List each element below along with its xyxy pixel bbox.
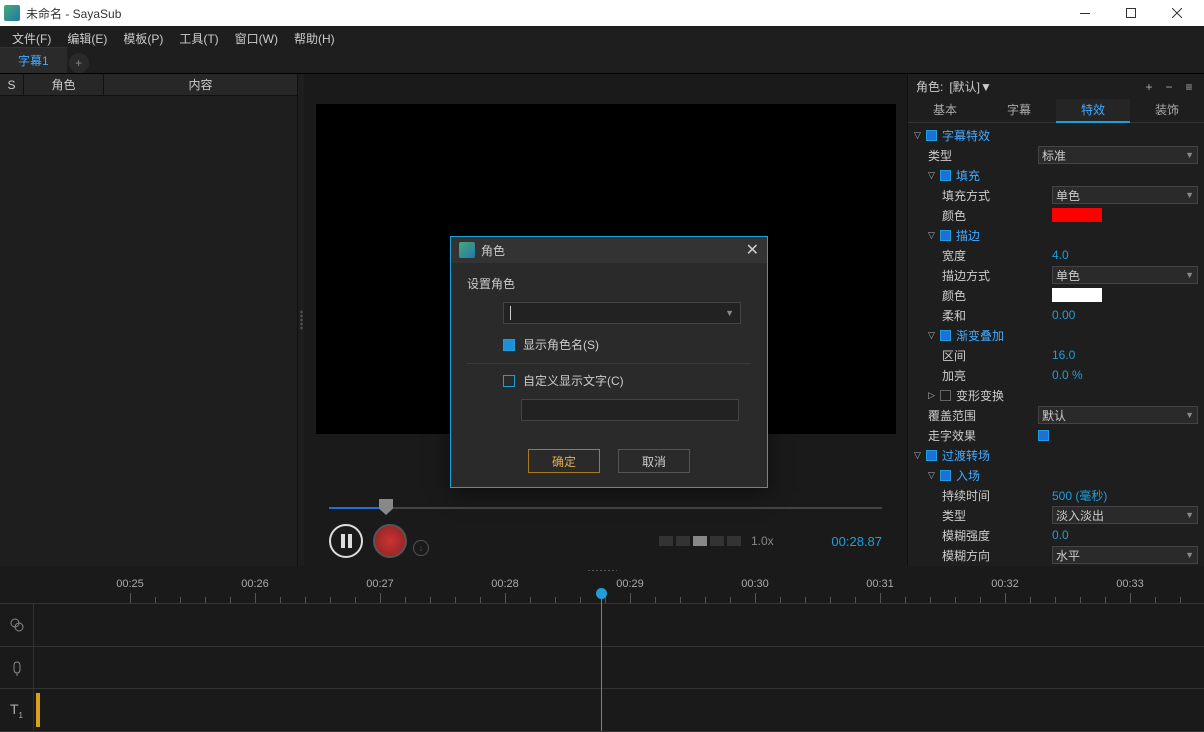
show-rolename-checkbox[interactable] (503, 339, 515, 351)
ok-button[interactable]: 确定 (528, 449, 600, 473)
set-role-label: 设置角色 (467, 275, 751, 292)
show-rolename-label: 显示角色名(S) (523, 336, 599, 353)
custom-text-checkbox[interactable] (503, 375, 515, 387)
dialog-overlay: 角色 ✕ 设置角色 ▼ 显示角色名(S) 自定义显示文字(C) 确定 取消 (0, 0, 1204, 730)
custom-text-input[interactable] (521, 399, 739, 421)
dialog-title-text: 角色 (481, 242, 746, 259)
custom-text-label: 自定义显示文字(C) (523, 372, 624, 389)
role-combobox[interactable]: ▼ (503, 302, 741, 324)
cancel-button[interactable]: 取消 (618, 449, 690, 473)
dialog-titlebar[interactable]: 角色 ✕ (451, 237, 767, 263)
role-dialog: 角色 ✕ 设置角色 ▼ 显示角色名(S) 自定义显示文字(C) 确定 取消 (450, 236, 768, 488)
dialog-close-button[interactable]: ✕ (746, 240, 759, 260)
dialog-icon (459, 242, 475, 258)
